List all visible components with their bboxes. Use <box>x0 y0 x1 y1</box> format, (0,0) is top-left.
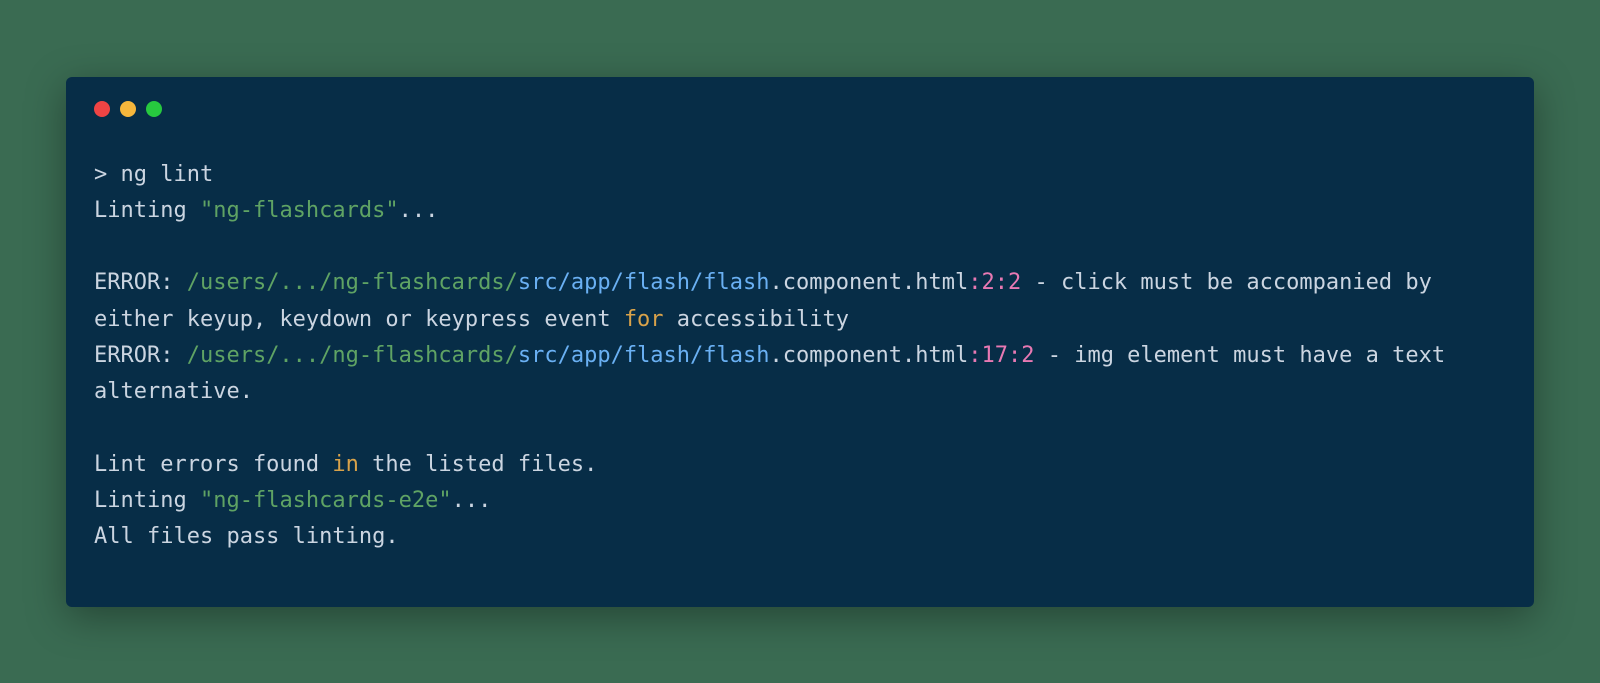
summary-text: Lint errors found <box>94 452 332 477</box>
error-path: src/app/flash/flash <box>518 343 770 368</box>
error-sep: - <box>1021 270 1061 295</box>
error-path: .component.html <box>770 343 969 368</box>
pass-message: All files pass linting. <box>94 524 399 549</box>
window-titlebar <box>94 101 1506 117</box>
terminal-window: > ng lint Linting "ng-flashcards"... ERR… <box>66 77 1534 607</box>
error-path: .component.html <box>770 270 969 295</box>
error-message: accessibility <box>664 307 849 332</box>
project-name: "ng-flashcards" <box>200 198 399 223</box>
error-sep: - <box>1034 343 1074 368</box>
error-label: ERROR: <box>94 270 187 295</box>
keyword-for: for <box>624 307 664 332</box>
prompt-line: > ng lint <box>94 162 213 187</box>
linting-text: Linting <box>94 488 200 513</box>
error-path: /users/.../ng-flashcards/ <box>187 270 518 295</box>
close-icon[interactable] <box>94 101 110 117</box>
linting-text: Linting <box>94 198 200 223</box>
zoom-icon[interactable] <box>146 101 162 117</box>
linting-suffix: ... <box>399 198 439 223</box>
error-path: /users/.../ng-flashcards/ <box>187 343 518 368</box>
error-location: :17:2 <box>968 343 1034 368</box>
terminal-output: > ng lint Linting "ng-flashcards"... ERR… <box>94 157 1506 556</box>
error-label: ERROR: <box>94 343 187 368</box>
minimize-icon[interactable] <box>120 101 136 117</box>
project-name: "ng-flashcards-e2e" <box>200 488 452 513</box>
keyword-in: in <box>332 452 359 477</box>
error-path: src/app/flash/flash <box>518 270 770 295</box>
error-location: :2:2 <box>968 270 1021 295</box>
summary-text: the listed files. <box>359 452 597 477</box>
linting-suffix: ... <box>452 488 492 513</box>
